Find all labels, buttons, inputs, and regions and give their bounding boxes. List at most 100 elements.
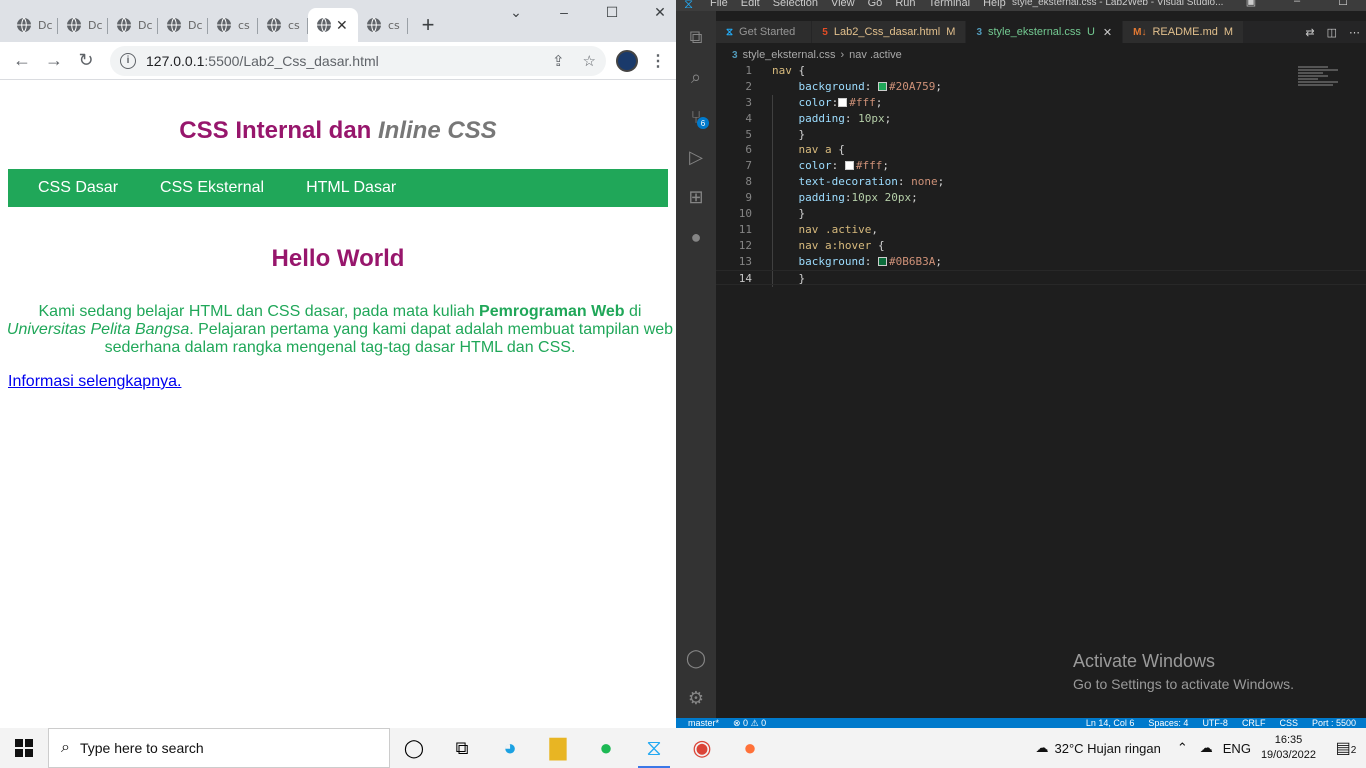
menu-item[interactable]: Go xyxy=(868,0,883,9)
nav-link-css-dasar[interactable]: CSS Dasar xyxy=(18,169,138,207)
status-item[interactable]: ⊗ 0 ⚠ 0 xyxy=(733,718,766,728)
address-bar[interactable]: i 127.0.0.1:5500/Lab2_Css_dasar.html ⇪ ☆ xyxy=(110,45,606,76)
chrome-icon[interactable]: ◉ xyxy=(678,728,726,768)
menu-item[interactable]: File xyxy=(710,0,728,9)
code-line[interactable]: 6 nav a { xyxy=(716,142,1366,158)
globe-icon xyxy=(267,17,281,33)
line-number: 12 xyxy=(738,238,752,252)
menu-item[interactable]: Help xyxy=(983,0,1006,9)
taskbar-search-box[interactable]: ⌕ Type here to search xyxy=(48,728,390,768)
browser-tab[interactable]: Dc xyxy=(108,8,158,42)
code-line[interactable]: 2 background: #20A759; xyxy=(716,79,1366,95)
source-control-icon[interactable]: ⑂ 6 xyxy=(676,97,716,137)
code-line[interactable]: 9 padding:10px 20px; xyxy=(716,190,1366,206)
code-line[interactable]: 10 } xyxy=(716,206,1366,222)
run-debug-icon[interactable]: ▷ xyxy=(676,137,716,177)
back-button[interactable]: ← xyxy=(6,50,38,71)
bookmark-star-icon[interactable]: ☆ xyxy=(583,52,596,70)
menu-item[interactable]: Edit xyxy=(741,0,760,9)
status-item[interactable]: CSS xyxy=(1279,718,1298,728)
editor-tab[interactable]: ⧖ Get Started xyxy=(716,21,813,43)
browser-tab[interactable]: cs xyxy=(258,8,308,42)
code-line[interactable]: 13 background: #0B6B3A; xyxy=(716,254,1366,270)
menu-item[interactable]: View xyxy=(831,0,855,9)
menu-item[interactable]: Run xyxy=(895,0,915,9)
breadcrumb-symbol[interactable]: nav .active xyxy=(849,49,902,61)
forward-button[interactable]: → xyxy=(38,50,70,71)
status-item[interactable]: Spaces: 4 xyxy=(1148,718,1188,728)
vscode-layout-icon[interactable]: ▣ xyxy=(1228,0,1274,8)
status-item[interactable]: Ln 14, Col 6 xyxy=(1086,718,1135,728)
close-window-button[interactable]: ✕ xyxy=(636,4,676,21)
code-line[interactable]: 12 nav a:hover { xyxy=(716,238,1366,254)
site-info-icon[interactable]: i xyxy=(120,52,136,69)
weather-text[interactable]: 32°C Hujan ringan xyxy=(1054,741,1160,756)
reload-button[interactable]: ↻ xyxy=(70,50,102,71)
browser-tab-title: cs xyxy=(288,18,300,32)
more-actions-icon[interactable]: ⋯ xyxy=(1349,26,1360,39)
extensions-icon[interactable]: ⊞ xyxy=(676,177,716,217)
breadcrumb-file[interactable]: style_eksternal.css xyxy=(743,49,836,61)
editor-tab[interactable]: 3 style_eksternal.css U ✕ xyxy=(966,21,1124,43)
browser-menu-icon[interactable]: ⋮ xyxy=(646,51,670,71)
browser-tab[interactable]: cs xyxy=(358,8,408,42)
compare-icon[interactable]: ⇄ xyxy=(1305,26,1314,39)
vscode-maximize-button[interactable]: ☐ xyxy=(1320,0,1366,8)
vscode-minimize-button[interactable]: – xyxy=(1274,0,1320,8)
minimap[interactable] xyxy=(1298,66,1348,96)
task-view-icon[interactable]: ⧉ xyxy=(438,728,486,768)
firefox-icon[interactable]: ● xyxy=(726,728,774,768)
more-info-link[interactable]: Informasi selengkapnya. xyxy=(8,373,181,391)
minimize-button[interactable]: – xyxy=(540,4,588,21)
close-tab-icon[interactable]: ✕ xyxy=(1103,26,1112,39)
weather-icon[interactable]: ☁ xyxy=(1035,740,1048,756)
menu-item[interactable]: Selection xyxy=(773,0,818,9)
nav-link-html-dasar[interactable]: HTML Dasar xyxy=(286,169,416,207)
menu-item[interactable]: Terminal xyxy=(929,0,971,9)
status-item[interactable]: CRLF xyxy=(1242,718,1266,728)
github-icon[interactable]: ● xyxy=(676,217,716,257)
status-item[interactable]: UTF-8 xyxy=(1202,718,1228,728)
code-line[interactable]: 1 nav { xyxy=(716,63,1366,79)
editor-tab[interactable]: 5 Lab2_Css_dasar.html M xyxy=(812,21,967,43)
code-line[interactable]: 4 padding: 10px; xyxy=(716,111,1366,127)
cortana-icon[interactable]: ◯ xyxy=(390,728,438,768)
browser-tab[interactable]: Dc xyxy=(58,8,108,42)
close-tab-icon[interactable]: ✕ xyxy=(336,17,348,34)
search-icon[interactable]: ⌕ xyxy=(676,57,716,97)
browser-tab[interactable]: ✕ xyxy=(308,8,358,42)
notification-center-icon[interactable]: ▤2 xyxy=(1326,738,1366,758)
nav-link-css-eksternal[interactable]: CSS Eksternal xyxy=(140,169,284,207)
editor-tab[interactable]: M↓ README.md M xyxy=(1123,21,1245,43)
code-editor[interactable]: 1 nav {2 background: #20A759; 3 color: #fff… xyxy=(716,63,1366,718)
accounts-icon[interactable]: ◯ xyxy=(676,638,716,678)
network-icon[interactable]: ☁ xyxy=(1200,740,1213,756)
tab-search-icon[interactable]: ⌄ xyxy=(492,4,540,21)
explorer-icon[interactable]: ⧉ xyxy=(676,17,716,57)
spotify-icon[interactable]: ● xyxy=(582,728,630,768)
code-line[interactable]: 8 text-decoration: none; xyxy=(716,174,1366,190)
settings-gear-icon[interactable]: ⚙ xyxy=(676,678,716,718)
browser-tab[interactable]: Dc xyxy=(8,8,58,42)
browser-tab[interactable]: cs xyxy=(208,8,258,42)
code-line[interactable]: 3 color: #fff; xyxy=(716,95,1366,111)
start-button[interactable] xyxy=(0,728,48,768)
profile-avatar[interactable] xyxy=(616,49,638,72)
code-line[interactable]: 5 } xyxy=(716,127,1366,143)
new-tab-button[interactable]: + xyxy=(414,8,442,42)
language-indicator[interactable]: ENG xyxy=(1223,741,1251,756)
code-line[interactable]: 14 } xyxy=(716,269,1366,286)
clock[interactable]: 16:35 19/03/2022 xyxy=(1261,733,1316,763)
vscode-taskbar-icon[interactable]: ⧖ xyxy=(630,728,678,768)
edge-icon[interactable]: ◕ xyxy=(486,728,534,768)
code-line[interactable]: 7 color: #fff; xyxy=(716,158,1366,174)
split-editor-icon[interactable]: ◫ xyxy=(1327,26,1337,39)
file-explorer-icon[interactable]: ▇ xyxy=(534,728,582,768)
code-line[interactable]: 11 nav .active, xyxy=(716,222,1366,238)
share-icon[interactable]: ⇪ xyxy=(552,52,565,70)
tray-chevron-icon[interactable]: ⌃ xyxy=(1177,740,1188,756)
status-item[interactable]: master* xyxy=(688,718,719,728)
browser-tab[interactable]: Dc xyxy=(158,8,208,42)
status-item[interactable]: Port : 5500 xyxy=(1312,718,1356,728)
maximize-button[interactable]: ☐ xyxy=(588,4,636,21)
